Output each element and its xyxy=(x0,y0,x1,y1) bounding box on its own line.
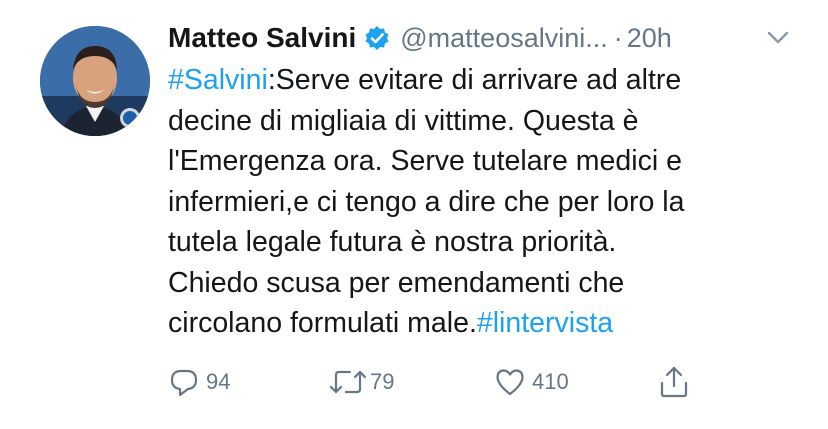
share-icon xyxy=(658,365,690,399)
tweet-line-text: :Serve evitare di arrivare ad altre xyxy=(267,64,682,96)
like-button[interactable]: 410 xyxy=(494,364,569,400)
tweet-line-text: circolano formulati male. xyxy=(168,307,477,339)
tweet-line: infermieri,e ci tengo a dire che per lor… xyxy=(168,182,778,223)
verified-badge-icon xyxy=(364,25,390,51)
tweet-line: circolano formulati male.#lintervista xyxy=(168,303,778,344)
tweet-line-text: decine di migliaia di vittime. Questa è xyxy=(168,104,639,137)
tweet-line-text: infermieri,e ci tengo a dire che per lor… xyxy=(168,185,685,218)
tweet-line: decine di migliaia di vittime. Questa è xyxy=(168,101,778,142)
separator-dot: · xyxy=(613,22,623,53)
hashtag-link[interactable]: #Salvini xyxy=(168,64,268,96)
chevron-down-icon[interactable] xyxy=(766,30,790,46)
tweet-line: #Salvini:Serve evitare di arrivare ad al… xyxy=(168,60,778,101)
like-count: 410 xyxy=(532,369,569,394)
tweet-line-text: tutela legale futura è nostra priorità. xyxy=(168,226,617,258)
retweet-button[interactable]: 79 xyxy=(328,364,394,400)
tweet-line: l'Emergenza ora. Serve tutelare medici e xyxy=(168,141,778,182)
author-handle[interactable]: @matteosalvini... xyxy=(400,23,607,54)
tweet-header: Matteo Salvini @matteosalvini... · 20h xyxy=(168,18,672,58)
reply-bubble-icon xyxy=(168,366,200,398)
tweet-text: #Salvini:Serve evitare di arrivare ad al… xyxy=(168,60,778,344)
retweet-count: 79 xyxy=(370,369,395,394)
hashtag-link[interactable]: #lintervista xyxy=(477,307,613,339)
author-name[interactable]: Matteo Salvini xyxy=(168,22,356,54)
share-button[interactable] xyxy=(658,364,690,400)
tweet-actions: 94 79 410 xyxy=(168,364,728,400)
reply-button[interactable]: 94 xyxy=(168,364,230,400)
reply-count: 94 xyxy=(206,369,231,394)
tweet-line: tutela legale futura è nostra priorità. xyxy=(168,222,778,263)
tweet-card[interactable]: Matteo Salvini @matteosalvini... · 20h #… xyxy=(0,0,828,429)
tweet-line-text: l'Emergenza ora. Serve tutelare medici e xyxy=(168,145,682,177)
timestamp[interactable]: 20h xyxy=(627,23,672,54)
tweet-line-text: Chiedo scusa per emendamenti che xyxy=(168,266,625,299)
retweet-icon xyxy=(328,366,368,398)
avatar[interactable] xyxy=(40,26,150,136)
tweet-line: Chiedo scusa per emendamenti che xyxy=(168,263,778,304)
heart-icon xyxy=(494,366,526,398)
